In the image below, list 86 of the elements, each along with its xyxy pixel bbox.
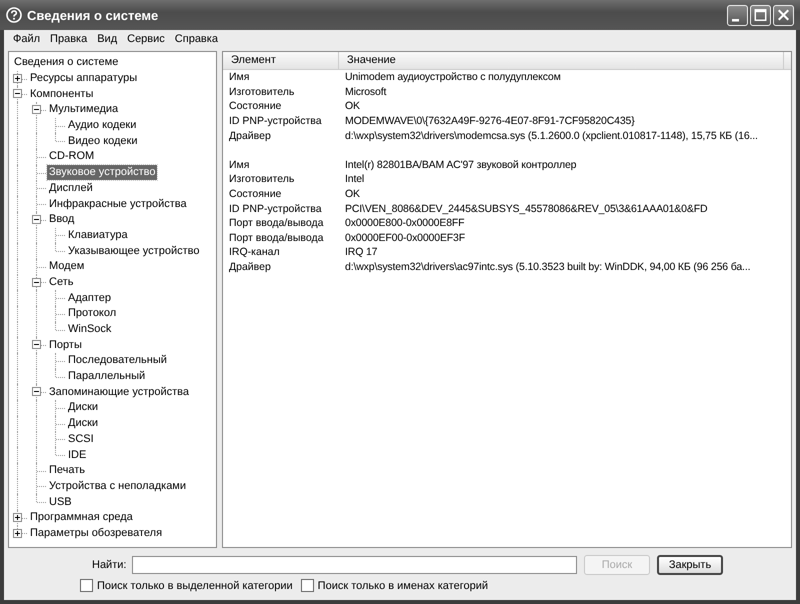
expander-icon[interactable]	[13, 512, 22, 522]
minimize-button[interactable]	[727, 4, 748, 26]
tree-item[interactable]: WinSock	[66, 322, 114, 338]
table-cell-text: Имя	[228, 71, 250, 84]
tree-item[interactable]: Видео кодеки	[66, 134, 140, 149]
table-cell-text: Изготовитель	[228, 173, 296, 186]
tree-item[interactable]: Мультимедиа	[47, 102, 120, 118]
tree-item[interactable]: Диски	[66, 400, 100, 416]
column-header[interactable]: Элемент	[223, 52, 339, 69]
checkbox-label: Поиск только в именах категорий	[318, 580, 488, 592]
close-dialog-button[interactable]: Закрыть	[657, 555, 723, 575]
menu-item[interactable]: Сервис	[122, 33, 170, 45]
table-cell-text: PCI\VEN_8086&DEV_2445&SUBSYS_45578086&REV_05\3&61AAA01&0&FD	[344, 202, 708, 215]
table-cell-text: Microsoft	[344, 86, 386, 98]
tree-item[interactable]: Клавиатура	[66, 228, 130, 243]
tree-item[interactable]: Ввод	[47, 212, 76, 228]
table-cell-text: ID PNP-устройства	[228, 115, 323, 128]
menu-item[interactable]: Правка	[45, 33, 92, 45]
tree-item[interactable]: Печать	[47, 463, 88, 478]
tree-item[interactable]: Адаптер	[66, 290, 113, 306]
table-cell-text: d:\wxp\system32\drivers\ac97intc.sys (5.10.3523 built by: WinDDK, 94,00 КБ (96 256 ба...	[344, 261, 750, 274]
table-cell-text: Драйвер	[228, 261, 272, 274]
tree-item[interactable]: Последовательный	[66, 353, 169, 368]
find-label: Найти:	[92, 559, 128, 571]
tree-item[interactable]: SCSI	[66, 432, 96, 447]
menu-item[interactable]: Файл	[8, 33, 46, 45]
expander-icon[interactable]	[32, 214, 41, 224]
table-cell-text: MODEMWAVE\0\{7632A49F-9276-4E07-8F91-7CF95820C435}	[344, 115, 635, 128]
table-cell-text: 0x0000E800-0x0000E8FF	[344, 217, 464, 230]
tree-item[interactable]: Устройства с неполадками	[47, 478, 188, 494]
table-cell-text: Состояние	[228, 100, 282, 112]
table-cell-text: d:\wxp\system32\drivers\modemcsa.sys (5.1.2600.0 (xpclient.010817-1148), 15,75 КБ (16...	[344, 130, 758, 142]
tree-item[interactable]: Программная среда	[28, 510, 135, 526]
tree-item[interactable]: IDE	[66, 448, 88, 463]
table-cell-text: Intel	[344, 173, 364, 186]
tree-item[interactable]: Компоненты	[28, 86, 96, 102]
tree-item[interactable]: Диски	[66, 416, 100, 432]
tree-item[interactable]: Протокол	[66, 306, 118, 322]
tree-item[interactable]: Звуковое устройство	[47, 165, 158, 180]
tree-item[interactable]: Запоминающие устройства	[47, 384, 192, 400]
help-icon	[6, 7, 22, 23]
table-cell-text: 0x0000EF00-0x0000EF3F	[344, 232, 466, 244]
tree-item[interactable]: Сведения о системе	[9, 55, 120, 70]
expander-icon[interactable]	[13, 74, 22, 83]
table-cell-text: IRQ-канал	[228, 246, 281, 258]
table-cell-text: Unimodem аудиоустройство с полудуплексом	[344, 71, 561, 84]
expander-icon[interactable]	[32, 340, 41, 350]
expander-icon[interactable]	[32, 105, 41, 114]
menu-item[interactable]: Вид	[92, 33, 122, 45]
minimize-icon	[732, 19, 738, 22]
close-button[interactable]	[773, 4, 794, 26]
tree-item[interactable]: USB	[47, 494, 74, 510]
table-cell-text: Порт ввода/вывода	[228, 217, 324, 230]
tree-item[interactable]: Ресурсы аппаратуры	[28, 71, 140, 86]
expander-icon[interactable]	[13, 528, 22, 538]
tree-item[interactable]: Порты	[47, 338, 84, 353]
tree-item[interactable]: Инфракрасные устройства	[47, 196, 189, 212]
table-cell-text: Имя	[228, 158, 250, 171]
maximize-button[interactable]	[750, 4, 771, 26]
checkbox[interactable]	[80, 579, 93, 592]
tree-item[interactable]: Указывающее устройство	[66, 244, 202, 259]
table-cell-text: Порт ввода/вывода	[228, 232, 324, 244]
tree-item[interactable]: Дисплей	[47, 180, 95, 196]
window-title: Сведения о системе	[27, 8, 160, 22]
menu-item[interactable]: Справка	[170, 33, 223, 45]
table-cell-text: Состояние	[228, 188, 282, 200]
table-cell-text: Драйвер	[228, 130, 272, 142]
tree-item[interactable]: CD-ROM	[47, 149, 96, 164]
tree-item[interactable]: Сеть	[47, 274, 76, 290]
checkbox[interactable]	[300, 579, 314, 592]
expander-icon[interactable]	[32, 278, 41, 287]
expander-icon[interactable]	[32, 387, 41, 396]
tree-item[interactable]: Аудио кодеки	[66, 118, 138, 134]
table-cell-text: IRQ 17	[344, 246, 378, 258]
table-cell-text: ID PNP-устройства	[228, 202, 323, 215]
table-cell-text: Intel(r) 82801BA/BAM AC'97 звуковой контроллер	[344, 158, 576, 171]
tree-item[interactable]: Параллельный	[66, 369, 148, 384]
checkbox-label: Поиск только в выделенной категории	[97, 580, 293, 592]
table-cell-text: OK	[344, 188, 360, 200]
tree-item[interactable]: Модем	[47, 259, 86, 274]
find-field[interactable]	[132, 556, 577, 574]
table-cell-text: Изготовитель	[228, 86, 296, 98]
expander-icon[interactable]	[13, 89, 22, 98]
column-header[interactable]: Значение	[339, 52, 783, 69]
tree-item[interactable]: Параметры обозревателя	[28, 526, 164, 541]
table-cell-text: OK	[344, 100, 360, 112]
